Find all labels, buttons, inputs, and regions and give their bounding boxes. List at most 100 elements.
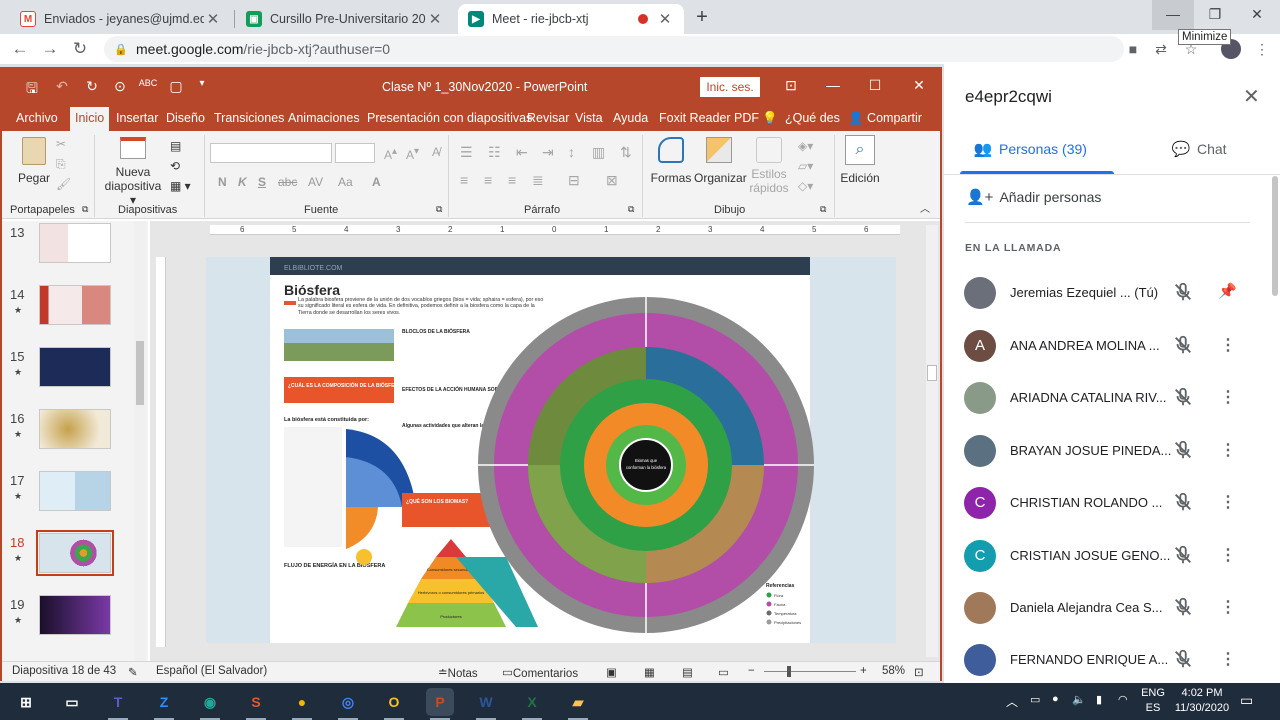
- shape-outline-icon[interactable]: ▱▾: [798, 159, 813, 173]
- slide-thumbnail[interactable]: 13: [2, 221, 148, 281]
- columns-icon[interactable]: ▥: [592, 145, 605, 159]
- tab-foxit[interactable]: Foxit Reader PDF: [659, 111, 759, 125]
- notifications-icon[interactable]: ▭: [1240, 692, 1253, 709]
- normal-view-icon[interactable]: ▣: [606, 665, 617, 679]
- collapse-ribbon-icon[interactable]: ︿: [920, 203, 930, 217]
- thumbnails-scrollbar[interactable]: [134, 221, 146, 661]
- slide-thumbnail[interactable]: 16 ★: [2, 407, 148, 467]
- participants-scrollbar[interactable]: [1272, 176, 1278, 296]
- dialog-launcher-icon[interactable]: ⧉: [436, 204, 442, 215]
- line-spacing-icon[interactable]: ↕: [568, 145, 575, 159]
- add-people-button[interactable]: 👤+ Añadir personas: [966, 188, 1101, 206]
- new-slide-button[interactable]: Nueva diapositiva ▾: [100, 137, 166, 207]
- zoom-in-icon[interactable]: +: [860, 665, 867, 677]
- more-options-icon[interactable]: ⋮: [1220, 649, 1236, 669]
- editing-button[interactable]: ⌕ Edición: [838, 135, 882, 185]
- app-orange-icon[interactable]: S: [242, 688, 270, 720]
- participant-row[interactable]: FERNANDO ENRIQUE A... ⋮: [944, 635, 1274, 685]
- customize-toolbar-icon[interactable]: ▾: [192, 78, 212, 89]
- editor-scrollbar[interactable]: [926, 225, 938, 657]
- tab-transiciones[interactable]: Transiciones: [214, 111, 284, 125]
- undo-icon[interactable]: ↶: [52, 78, 72, 95]
- wifi-icon[interactable]: ◠: [1118, 693, 1128, 706]
- bold-button[interactable]: N: [218, 175, 227, 189]
- close-tab-icon[interactable]: ✕: [204, 10, 222, 28]
- spellcheck-icon[interactable]: ✎: [128, 665, 138, 679]
- close-tab-icon[interactable]: ✕: [426, 10, 444, 28]
- slide-thumbnail[interactable]: 19 ★: [2, 593, 148, 653]
- tab-revisar[interactable]: Revisar: [527, 111, 569, 125]
- underline-button[interactable]: S: [258, 175, 266, 189]
- close-panel-icon[interactable]: ✕: [1243, 84, 1260, 109]
- quick-styles-button[interactable]: Estilos rápidos: [746, 137, 792, 195]
- align-left-icon[interactable]: ≡: [460, 173, 468, 187]
- decrease-font-icon[interactable]: A▾: [406, 145, 419, 162]
- shapes-button[interactable]: Formas: [648, 137, 694, 185]
- network-icon[interactable]: ▭: [1030, 693, 1040, 706]
- windows-start-icon[interactable]: ⊞: [12, 688, 40, 716]
- font-color-button[interactable]: A: [372, 175, 381, 189]
- pin-icon[interactable]: 📌: [1218, 282, 1237, 300]
- teams-icon[interactable]: T: [104, 688, 132, 720]
- camera-icon[interactable]: ■: [1123, 39, 1143, 59]
- slide-canvas[interactable]: ELBIBLIOTE.COM Biósfera La palabra biosf…: [206, 257, 896, 643]
- ppt-minimize-button[interactable]: —: [820, 77, 846, 93]
- ppt-close-button[interactable]: ✕: [906, 77, 932, 94]
- shape-effects-icon[interactable]: ◇▾: [798, 179, 813, 193]
- tab-meet[interactable]: ▶ Meet - rie-jbcb-xtj ✕: [458, 4, 684, 34]
- decrease-indent-icon[interactable]: ⇤: [516, 145, 528, 159]
- italic-button[interactable]: K: [238, 175, 247, 189]
- more-options-icon[interactable]: ⋮: [1220, 545, 1236, 565]
- tab-classroom[interactable]: ▣ Cursillo Pre-Universitario 2021 [B ✕: [236, 4, 454, 34]
- clear-format-icon[interactable]: A̸: [432, 145, 440, 159]
- participant-row[interactable]: C CRISTIAN JOSUE GENO... ⋮: [944, 531, 1274, 581]
- cut-icon[interactable]: ✂: [56, 137, 66, 151]
- increase-indent-icon[interactable]: ⇥: [542, 145, 554, 159]
- minimize-button[interactable]: —: [1152, 0, 1194, 30]
- participant-row[interactable]: C CHRISTIAN ROLANDO ... ⋮: [944, 478, 1274, 528]
- new-tab-button[interactable]: +: [690, 6, 714, 30]
- slide-thumbnail[interactable]: 15 ★: [2, 345, 148, 405]
- chrome-icon[interactable]: ◎: [334, 688, 362, 720]
- tab-animaciones[interactable]: Animaciones: [288, 111, 360, 125]
- fit-to-window-icon[interactable]: ⊡: [914, 665, 924, 679]
- zoom-slider-thumb[interactable]: [786, 666, 791, 677]
- volume-icon[interactable]: 🔈: [1072, 693, 1086, 706]
- section-icon[interactable]: ▦ ▾: [170, 179, 191, 193]
- reload-button[interactable]: ↻: [68, 37, 92, 61]
- show-hidden-icons[interactable]: ︿: [1006, 693, 1018, 710]
- excel-icon[interactable]: X: [518, 688, 546, 720]
- chrome-menu-icon[interactable]: ⋮: [1252, 39, 1272, 59]
- participant-row[interactable]: Daniela Alejandra Cea S... ⋮: [944, 583, 1274, 633]
- bullets-icon[interactable]: ☰: [460, 145, 473, 159]
- ppt-maximize-button[interactable]: ☐: [862, 77, 888, 94]
- dialog-launcher-icon[interactable]: ⧉: [820, 204, 826, 215]
- arrange-button[interactable]: Organizar: [694, 137, 747, 185]
- more-options-icon[interactable]: ⋮: [1220, 335, 1236, 355]
- zoom-out-icon[interactable]: −: [748, 665, 755, 677]
- close-tab-icon[interactable]: ✕: [656, 10, 674, 28]
- more-options-icon[interactable]: ⋮: [1220, 492, 1236, 512]
- dialog-launcher-icon[interactable]: ⧉: [82, 204, 88, 215]
- close-window-button[interactable]: ✕: [1236, 0, 1278, 30]
- battery-icon[interactable]: ▮: [1096, 693, 1102, 706]
- copy-icon[interactable]: ⎘: [56, 157, 66, 171]
- tab-presentacion[interactable]: Presentación con diapositivas: [367, 111, 532, 125]
- more-options-icon[interactable]: ⋮: [1220, 387, 1236, 407]
- language-status[interactable]: Español (El Salvador): [156, 665, 267, 677]
- zoom-icon[interactable]: Z: [150, 688, 178, 720]
- app-green-icon[interactable]: ◉: [196, 688, 224, 720]
- participant-row[interactable]: Jeremias Ezequiel ... (Tú) 📌: [944, 268, 1274, 318]
- new-document-icon[interactable]: ▢: [166, 78, 186, 95]
- slide-thumbnail[interactable]: 17 ★: [2, 469, 148, 529]
- task-view-icon[interactable]: ▭: [58, 688, 86, 716]
- layout-icon[interactable]: ▤: [170, 139, 181, 153]
- start-from-beginning-icon[interactable]: ⊙: [110, 78, 130, 95]
- powerpoint-icon[interactable]: P: [426, 688, 454, 720]
- save-icon[interactable]: 🖫: [22, 78, 42, 102]
- paste-button[interactable]: Pegar: [16, 137, 52, 185]
- word-icon[interactable]: W: [472, 688, 500, 720]
- more-options-icon[interactable]: ⋮: [1220, 597, 1236, 617]
- notes-button[interactable]: ≐ Notas: [438, 665, 478, 680]
- restore-button[interactable]: ❐: [1194, 0, 1236, 30]
